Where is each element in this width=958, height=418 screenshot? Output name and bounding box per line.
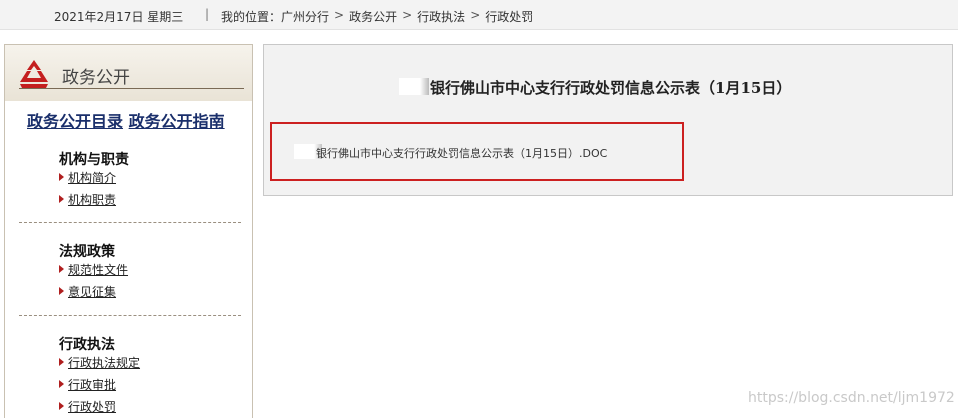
breadcrumb-zhifa[interactable]: 行政执法 xyxy=(417,8,465,25)
bullet-icon xyxy=(59,195,64,203)
sidebar-item-label[interactable]: 行政处罚 xyxy=(68,400,116,414)
sidebar-item-label[interactable]: 机构简介 xyxy=(68,171,116,185)
content-panel: 银行佛山市中心支行行政处罚信息公示表（1月15日） 银行佛山市中心支行行政处罚信… xyxy=(263,44,953,196)
section-heading: 法规政策 xyxy=(59,244,115,260)
sidebar-item-guifan[interactable]: 规范性文件 xyxy=(59,261,128,278)
sidebar-item-label[interactable]: 机构职责 xyxy=(68,193,116,207)
bullet-icon xyxy=(59,287,64,295)
sidebar-item-label[interactable]: 意见征集 xyxy=(68,285,116,299)
sidebar: 政务公开 政务公开目录 政务公开指南 机构与职责 机构简介 机构职责 法规政策 … xyxy=(4,44,253,418)
bullet-icon xyxy=(59,402,64,410)
bullet-icon xyxy=(59,173,64,181)
breadcrumb-arrow: > xyxy=(402,8,413,22)
sidebar-header: 政务公开 xyxy=(5,45,252,101)
page-title: 银行佛山市中心支行行政处罚信息公示表（1月15日） xyxy=(430,79,792,97)
breadcrumb-chufa[interactable]: 行政处罚 xyxy=(485,8,533,25)
separator: | xyxy=(205,7,210,21)
bullet-icon xyxy=(59,265,64,273)
breadcrumb: 我的位置： 广州分行 > 政务公开 > 行政执法 > 行政处罚 xyxy=(221,8,533,25)
breadcrumb-zhengwu[interactable]: 政务公开 xyxy=(349,8,397,25)
sidebar-title-rule xyxy=(19,88,244,89)
bank-logo-icon xyxy=(20,60,48,88)
sidebar-title: 政务公开 xyxy=(62,68,130,88)
sidebar-item-chufa[interactable]: 行政处罚 xyxy=(59,398,116,415)
sidebar-item-yijian[interactable]: 意见征集 xyxy=(59,283,116,300)
sidebar-item-label[interactable]: 规范性文件 xyxy=(68,263,128,277)
sidebar-item-shenpi[interactable]: 行政审批 xyxy=(59,376,116,393)
breadcrumb-arrow: > xyxy=(334,8,345,22)
catalog-link[interactable]: 政务公开目录 xyxy=(27,112,123,131)
bullet-icon xyxy=(59,358,64,366)
watermark: https://blog.csdn.net/ljm1972 xyxy=(748,390,955,406)
current-date: 2021年2月17日 星期三 xyxy=(54,10,184,24)
section-heading: 机构与职责 xyxy=(59,152,129,168)
sidebar-item-label[interactable]: 行政执法规定 xyxy=(68,356,140,370)
section-heading: 行政执法 xyxy=(59,337,115,353)
breadcrumb-guangzhou[interactable]: 广州分行 xyxy=(281,8,329,25)
sidebar-item-jigou-jianjie[interactable]: 机构简介 xyxy=(59,169,116,186)
sidebar-item-zhifa-guiding[interactable]: 行政执法规定 xyxy=(59,354,140,371)
breadcrumb-arrow: > xyxy=(470,8,481,22)
attachment-link[interactable]: 银行佛山市中心支行行政处罚信息公示表（1月15日）.DOC xyxy=(316,145,607,161)
bullet-icon xyxy=(59,380,64,388)
sidebar-item-jigou-zhize[interactable]: 机构职责 xyxy=(59,191,116,208)
attachment-doc-link[interactable]: 银行佛山市中心支行行政处罚信息公示表（1月15日）.DOC xyxy=(316,147,607,160)
sidebar-top-links: 政务公开目录 政务公开指南 xyxy=(27,108,225,132)
top-bar: 2021年2月17日 星期三 | 我的位置： 广州分行 > 政务公开 > 行政执… xyxy=(0,0,958,30)
guide-link[interactable]: 政务公开指南 xyxy=(129,112,225,131)
redacted-mark xyxy=(399,78,429,95)
divider xyxy=(19,315,241,316)
sidebar-item-label[interactable]: 行政审批 xyxy=(68,378,116,392)
breadcrumb-label: 我的位置： xyxy=(221,10,282,24)
divider xyxy=(19,222,241,223)
